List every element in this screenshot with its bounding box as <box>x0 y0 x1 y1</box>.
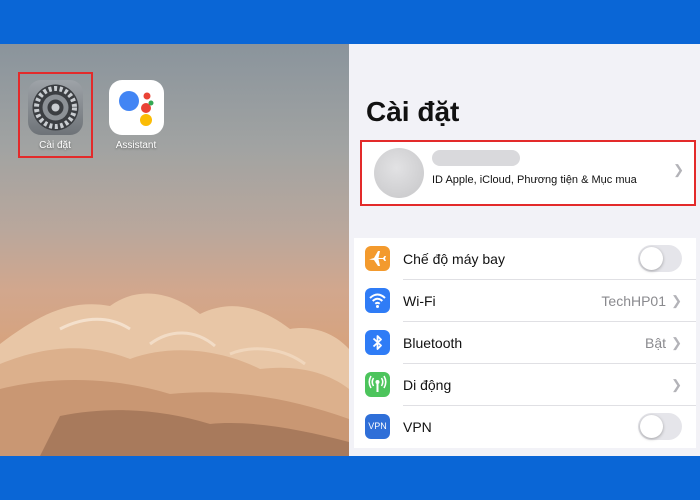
row-label: Chế độ máy bay <box>403 251 505 267</box>
row-label: Di động <box>403 377 452 393</box>
app-assistant[interactable]: Assistant <box>106 80 166 151</box>
profile-subtitle: ID Apple, iCloud, Phương tiện & Mục mua <box>432 174 637 186</box>
settings-row-wifi[interactable]: Wi-Fi TechHP01 ❯ <box>354 280 696 322</box>
row-value: Bật <box>644 335 666 351</box>
wifi-icon <box>365 288 390 313</box>
toggle-knob <box>640 247 663 270</box>
google-assistant-icon <box>108 80 164 135</box>
settings-list: Chế độ máy bay Wi-Fi TechHP01 ❯ Bluetoot… <box>354 238 696 448</box>
profile-name-blurred <box>432 150 520 166</box>
settings-row-airplane-mode[interactable]: Chế độ máy bay <box>354 238 696 280</box>
settings-row-vpn[interactable]: VPN VPN <box>354 406 696 448</box>
highlight-box-settings-app <box>18 72 93 158</box>
home-screen: Cài đặt Assistant <box>0 44 349 456</box>
vpn-icon: VPN <box>365 414 390 439</box>
screenshot-frame: Cài đặt Assistant Cài đặt ID Apple, iClo… <box>0 44 700 456</box>
chevron-right-icon: ❯ <box>671 293 682 308</box>
airplane-icon <box>365 246 390 271</box>
airplane-mode-toggle[interactable] <box>638 245 682 272</box>
chevron-right-icon: ❯ <box>671 377 682 392</box>
row-value: TechHP01 <box>601 293 666 309</box>
cellular-icon <box>365 372 390 397</box>
chevron-right-icon: ❯ <box>671 335 682 350</box>
page-title: Cài đặt <box>366 96 460 127</box>
row-label: Wi-Fi <box>403 293 436 309</box>
row-label: VPN <box>403 419 432 435</box>
settings-row-cellular[interactable]: Di động ❯ <box>354 364 696 406</box>
apple-id-profile-row[interactable]: ID Apple, iCloud, Phương tiện & Mục mua … <box>360 140 696 206</box>
vpn-toggle[interactable] <box>638 413 682 440</box>
avatar <box>374 148 424 198</box>
app-label: Assistant <box>115 140 157 151</box>
row-label: Bluetooth <box>403 335 463 351</box>
settings-panel: Cài đặt ID Apple, iCloud, Phương tiện & … <box>349 44 700 456</box>
bluetooth-icon <box>365 330 390 355</box>
chevron-right-icon: ❯ <box>673 162 684 177</box>
toggle-knob <box>640 415 663 438</box>
settings-row-bluetooth[interactable]: Bluetooth Bật ❯ <box>354 322 696 364</box>
